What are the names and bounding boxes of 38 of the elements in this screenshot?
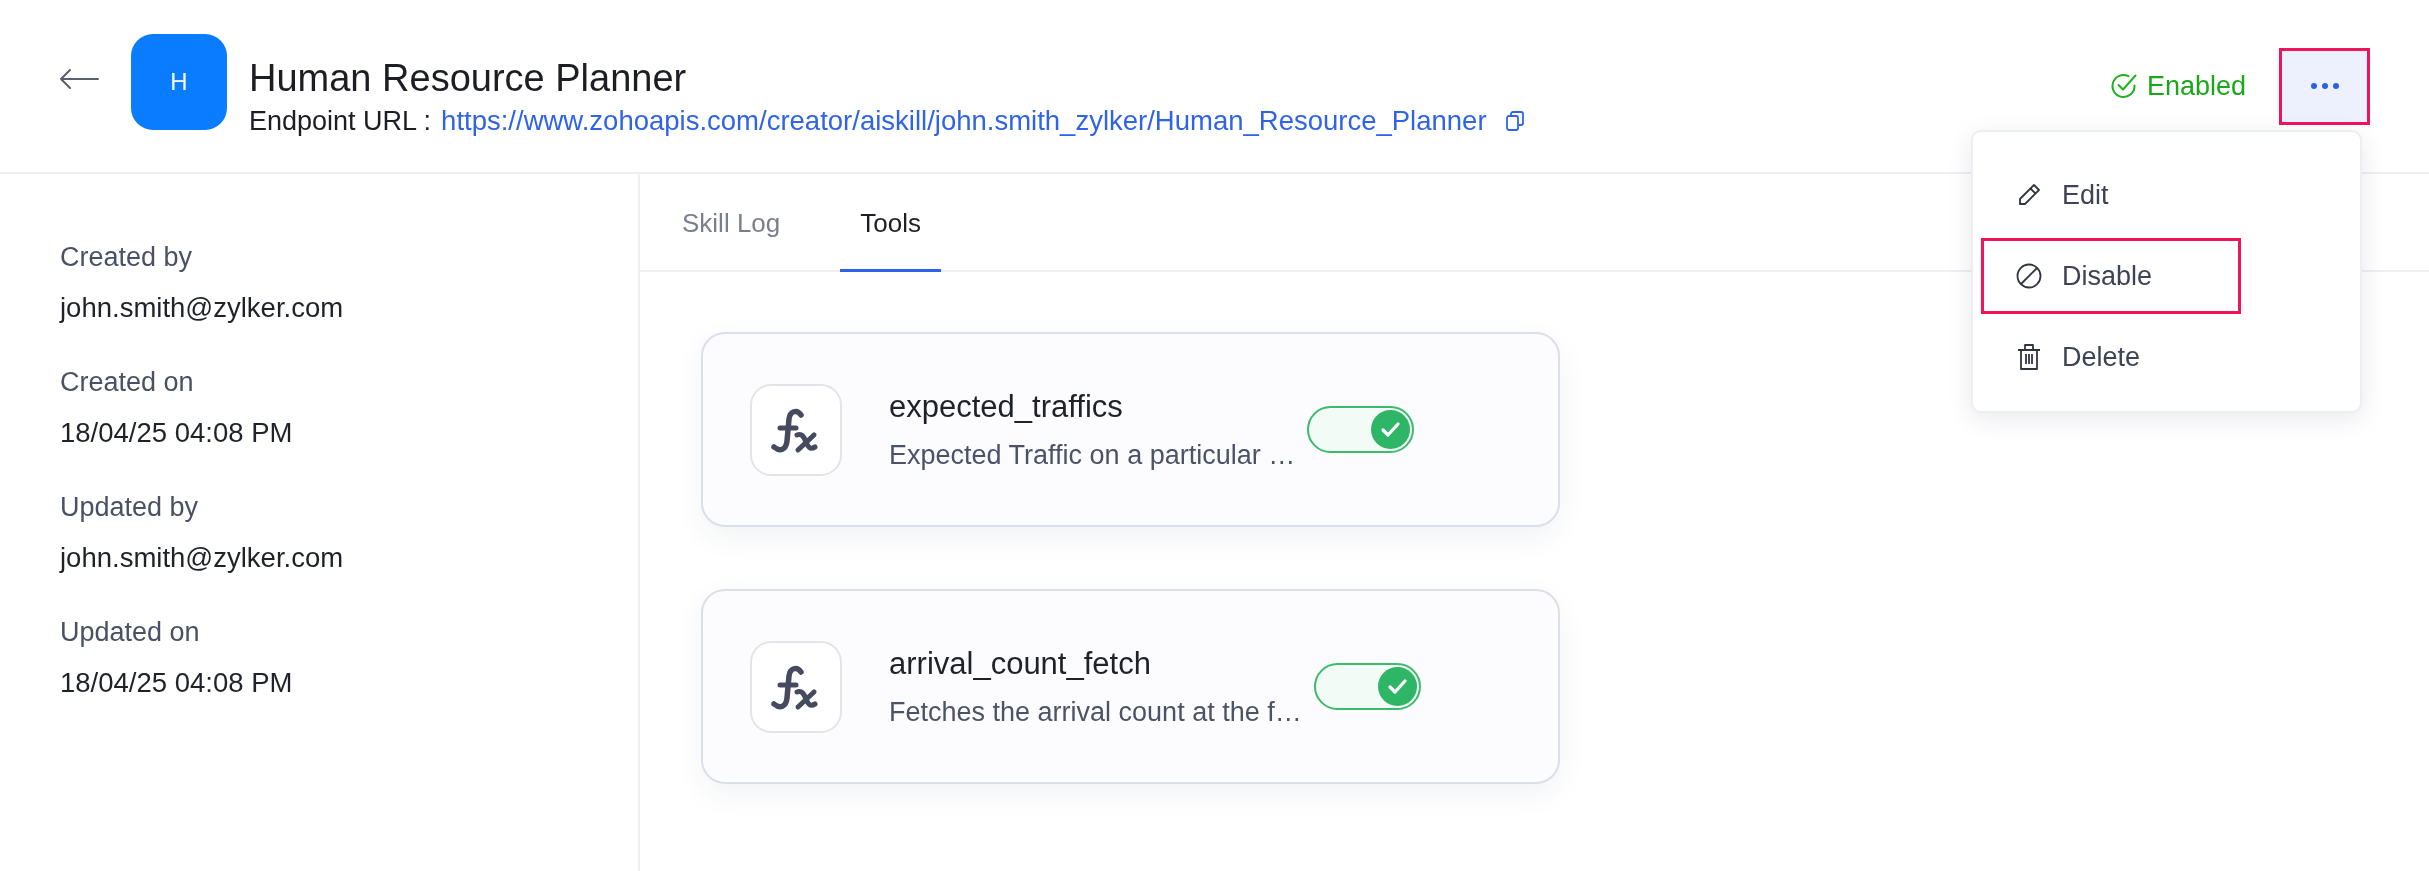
detail-label: Updated on [60, 617, 200, 647]
more-dots-icon [2309, 82, 2340, 90]
tool-name: arrival_count_fetch [889, 645, 1151, 682]
function-icon [750, 383, 842, 476]
detail-value: john.smith@zylker.com [60, 543, 344, 573]
detail-label: Created by [60, 242, 193, 272]
detail-value: john.smith@zylker.com [60, 293, 344, 323]
tool-description: Expected Traffic on a particular … [889, 438, 1296, 471]
tool-card[interactable]: expected_traffics Expected Traffic on a particular … [701, 332, 1560, 527]
function-icon [750, 640, 842, 733]
endpoint-url-link[interactable]: https://www.zohoapis.com/creator/aiskill/john.smith_zylker/Human_Resource_Planner [441, 105, 1487, 137]
detail-value: 18/04/25 04:08 PM [60, 418, 293, 448]
tab[interactable]: Tools [840, 174, 941, 272]
pencil-icon [2016, 182, 2042, 208]
menu-item[interactable]: Edit [1981, 157, 2241, 233]
toggle-switch[interactable] [1307, 406, 1415, 453]
tool-card[interactable]: arrival_count_fetch Fetches the arrival count at the f… [701, 589, 1560, 784]
tool-name: expected_traffics [889, 388, 1123, 425]
endpoint-label: Endpoint URL : [249, 105, 432, 137]
detail-value: 18/04/25 04:08 PM [60, 668, 293, 698]
app-avatar: H [131, 34, 227, 130]
check-circle-icon [2109, 72, 2138, 100]
status-label: Enabled [2146, 70, 2246, 102]
check-knob-icon [1377, 667, 1417, 706]
tool-description: Fetches the arrival count at the f… [889, 695, 1302, 728]
more-button[interactable] [2279, 47, 2370, 125]
trash-icon [2016, 343, 2042, 371]
back-arrow-icon[interactable] [58, 68, 100, 90]
detail-label: Created on [60, 367, 194, 397]
ban-icon [2016, 263, 2042, 289]
skill-title: Human Resource Planner [249, 56, 687, 101]
copy-icon[interactable] [1504, 110, 1525, 132]
check-knob-icon [1371, 410, 1411, 449]
menu-item[interactable]: Delete [1981, 319, 2241, 395]
toggle-switch[interactable] [1313, 663, 1421, 710]
menu-item[interactable]: Disable [1981, 238, 2241, 314]
tab[interactable]: Skill Log [662, 174, 801, 272]
detail-label: Updated by [60, 492, 199, 522]
